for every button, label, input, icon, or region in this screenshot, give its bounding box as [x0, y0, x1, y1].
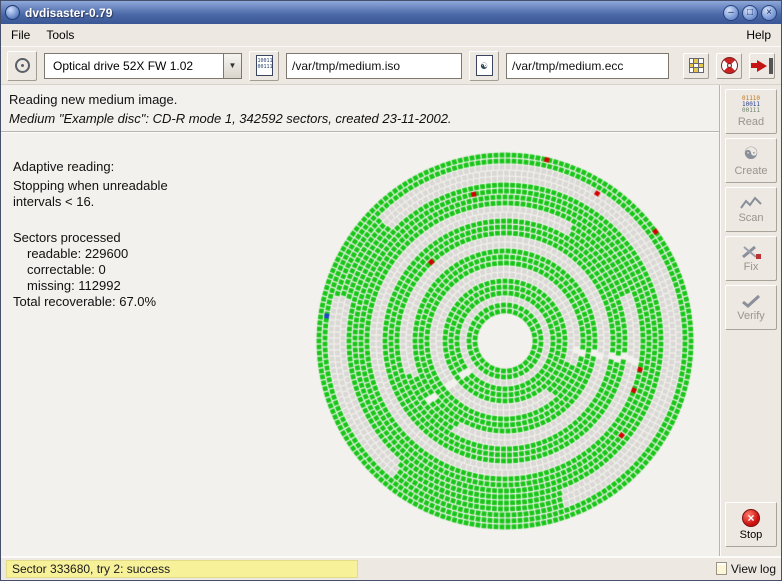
adaptive-reading-title: Adaptive reading:	[13, 159, 168, 175]
stopping-condition-line2: intervals < 16.	[13, 194, 168, 210]
help-button[interactable]	[716, 53, 742, 79]
drive-selector-value: Optical drive 52X FW 1.02	[45, 54, 223, 78]
status-line-1: Reading new medium image.	[9, 92, 711, 107]
menu-help[interactable]: Help	[738, 25, 779, 45]
create-label: Create	[734, 165, 767, 177]
quit-icon	[751, 58, 773, 74]
stop-label: Stop	[740, 529, 763, 541]
iso-file-button[interactable]: 10011 00111	[249, 51, 279, 81]
operation-status-header: Reading new medium image. Medium "Exampl…	[1, 85, 719, 131]
action-sidebar: 01110 10011 00111 Read ☯ Create Scan	[721, 85, 781, 556]
verify-label: Verify	[737, 310, 765, 322]
stop-icon: ×	[742, 509, 760, 527]
fix-label: Fix	[744, 261, 759, 273]
toolbar: Optical drive 52X FW 1.02 ▼ 10011 00111 …	[1, 47, 781, 85]
scan-icon	[740, 196, 762, 210]
readable-count: readable: 229600	[13, 246, 168, 262]
log-icon	[716, 562, 727, 575]
drive-icon	[15, 58, 30, 73]
app-icon	[5, 5, 20, 20]
statusbar: Sector 333680, try 2: success View log	[1, 556, 781, 580]
missing-count: missing: 112992	[13, 278, 168, 294]
menu-file[interactable]: File	[3, 25, 38, 45]
ecc-file-icon: ☯	[476, 55, 493, 76]
preferences-icon	[689, 58, 704, 73]
verify-button[interactable]: Verify	[725, 285, 777, 330]
status-message: Sector 333680, try 2: success	[6, 560, 358, 578]
fix-button[interactable]: Fix	[725, 236, 777, 281]
stop-button[interactable]: × Stop	[725, 502, 777, 547]
chevron-down-icon[interactable]: ▼	[223, 54, 241, 78]
scan-button[interactable]: Scan	[725, 187, 777, 232]
titlebar[interactable]: dvdisaster-0.79 – □ ×	[1, 1, 781, 24]
scan-label: Scan	[738, 212, 763, 224]
iso-file-icon: 10011 00111	[256, 55, 273, 76]
spiral-area: Adaptive reading: Stopping when unreadab…	[1, 133, 719, 556]
menubar: File Tools Help	[1, 24, 781, 47]
lifesaver-icon	[721, 57, 738, 74]
quit-button[interactable]	[749, 53, 775, 79]
create-icon: ☯	[743, 145, 758, 163]
reading-info-panel: Adaptive reading: Stopping when unreadab…	[13, 159, 168, 310]
stopping-condition-line1: Stopping when unreadable	[13, 178, 168, 194]
iso-path-input[interactable]	[286, 53, 462, 79]
window-title: dvdisaster-0.79	[25, 6, 112, 20]
view-log-button[interactable]: View log	[716, 562, 776, 576]
correctable-count: correctable: 0	[13, 262, 168, 278]
menu-tools[interactable]: Tools	[38, 25, 82, 45]
verify-icon	[740, 294, 762, 308]
dvdisaster-window: dvdisaster-0.79 – □ × File Tools Help Op…	[0, 0, 782, 581]
minimize-button[interactable]: –	[723, 5, 739, 21]
fix-icon	[740, 245, 762, 259]
status-line-2: Medium "Example disc": CD-R mode 1, 3425…	[9, 111, 711, 126]
total-recoverable: Total recoverable: 67.0%	[13, 294, 168, 310]
maximize-button[interactable]: □	[742, 5, 758, 21]
view-log-label: View log	[731, 562, 776, 576]
drive-eject-button[interactable]	[7, 51, 37, 81]
create-button[interactable]: ☯ Create	[725, 138, 777, 183]
drive-selector[interactable]: Optical drive 52X FW 1.02 ▼	[44, 53, 242, 79]
preferences-button[interactable]	[683, 53, 709, 79]
read-icon: 01110 10011 00111	[742, 96, 760, 114]
ecc-file-button[interactable]: ☯	[469, 51, 499, 81]
read-button[interactable]: 01110 10011 00111 Read	[725, 89, 777, 134]
ecc-path-input[interactable]	[506, 53, 669, 79]
close-button[interactable]: ×	[761, 5, 777, 21]
sectors-processed-title: Sectors processed	[13, 230, 168, 246]
read-label: Read	[738, 116, 764, 128]
